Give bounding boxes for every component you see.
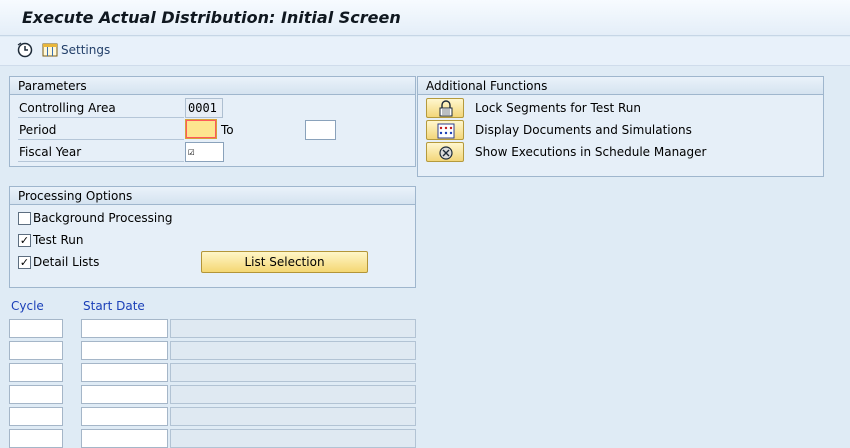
fiscal-year-underline (18, 161, 184, 162)
detail-lists-label: Detail Lists (33, 255, 100, 269)
fiscal-year-label: Fiscal Year (19, 145, 82, 159)
background-processing-checkbox[interactable] (18, 212, 31, 225)
additional-functions-header: Additional Functions (418, 77, 823, 95)
display-documents-label[interactable]: Display Documents and Simulations (475, 123, 692, 137)
cycle-description-cell (170, 341, 416, 360)
start-date-column-header: Start Date (83, 299, 145, 313)
period-from-input[interactable] (185, 119, 217, 139)
fiscal-year-input[interactable]: ☑ (185, 142, 224, 162)
show-executions-button[interactable] (426, 142, 464, 162)
lock-segments-button[interactable] (426, 98, 464, 118)
title-bar: Execute Actual Distribution: Initial Scr… (0, 0, 850, 36)
period-underline (18, 139, 184, 140)
lock-icon (439, 100, 453, 117)
cycle-column-header: Cycle (11, 299, 44, 313)
start-date-input[interactable] (81, 363, 168, 382)
show-executions-label[interactable]: Show Executions in Schedule Manager (475, 145, 706, 159)
lock-segments-label[interactable]: Lock Segments for Test Run (475, 101, 641, 115)
display-documents-button[interactable] (426, 120, 464, 140)
cycle-description-cell (170, 363, 416, 382)
period-to-input[interactable] (305, 120, 336, 140)
settings-button[interactable]: Settings (61, 43, 110, 57)
toolbar: Settings (0, 37, 850, 66)
cycle-description-cell (170, 385, 416, 404)
execute-clock-icon[interactable] (17, 42, 33, 58)
cycle-input[interactable] (9, 407, 63, 426)
cycle-input[interactable] (9, 385, 63, 404)
parameters-header: Parameters (10, 77, 415, 95)
background-processing-label: Background Processing (33, 211, 173, 225)
processing-options-header: Processing Options (10, 187, 415, 205)
cycle-input[interactable] (9, 363, 63, 382)
start-date-input[interactable] (81, 385, 168, 404)
controlling-area-label: Controlling Area (19, 101, 116, 115)
cycle-input[interactable] (9, 319, 63, 338)
test-run-checkbox[interactable]: ✓ (18, 234, 31, 247)
period-label: Period (19, 123, 57, 137)
cycle-description-cell (170, 407, 416, 426)
settings-icon[interactable] (42, 42, 58, 58)
start-date-input[interactable] (81, 407, 168, 426)
cycle-input[interactable] (9, 341, 63, 360)
start-date-input[interactable] (81, 341, 168, 360)
test-run-label: Test Run (33, 233, 84, 247)
page-title: Execute Actual Distribution: Initial Scr… (22, 8, 401, 27)
list-selection-button[interactable]: List Selection (201, 251, 368, 273)
controlling-area-field: 0001 (185, 98, 223, 118)
cycle-description-cell (170, 319, 416, 338)
documents-icon (437, 123, 455, 139)
period-to-label: To (221, 123, 234, 137)
detail-lists-checkbox[interactable]: ✓ (18, 256, 31, 269)
controlling-area-underline (18, 117, 184, 118)
start-date-input[interactable] (81, 319, 168, 338)
schedule-manager-icon (439, 146, 453, 160)
